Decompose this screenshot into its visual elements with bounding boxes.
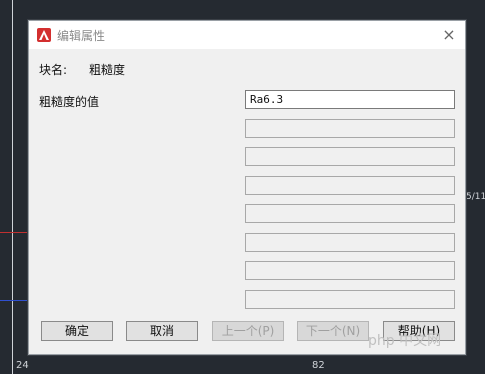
cancel-button[interactable]: 取消: [126, 321, 198, 341]
cad-text: 82: [312, 360, 325, 371]
empty-attribute-field[interactable]: [245, 204, 455, 223]
attribute-label: 粗糙度的值: [39, 95, 100, 109]
edit-attributes-dialog: 编辑属性 × 块名: 粗糙度 粗糙度的值 Ra6.3 确定 取消 上一个(P) …: [28, 20, 466, 355]
cad-line: [0, 232, 30, 233]
cad-line: [466, 40, 467, 340]
watermark: php 中文网: [368, 333, 442, 349]
dialog-title: 编辑属性: [57, 29, 106, 43]
attribute-value-field[interactable]: Ra6.3: [245, 90, 455, 109]
empty-attribute-field[interactable]: [245, 233, 455, 252]
empty-attribute-field[interactable]: [245, 261, 455, 280]
next-button[interactable]: 下一个(N): [297, 321, 369, 341]
close-icon[interactable]: ×: [439, 25, 459, 45]
autocad-logo-icon: [37, 28, 51, 42]
empty-attribute-field[interactable]: [245, 119, 455, 138]
block-name-label: 块名:: [39, 63, 68, 77]
ok-button[interactable]: 确定: [41, 321, 113, 341]
empty-attribute-field[interactable]: [245, 290, 455, 309]
cad-text: 24: [16, 360, 29, 371]
empty-attribute-field[interactable]: [245, 176, 455, 195]
cad-line: [12, 0, 13, 374]
block-name-value: 粗糙度: [89, 63, 126, 77]
cad-text: 5/11: [466, 192, 485, 202]
previous-button[interactable]: 上一个(P): [212, 321, 284, 341]
empty-attribute-field[interactable]: [245, 147, 455, 166]
dialog-titlebar[interactable]: 编辑属性 ×: [29, 21, 465, 49]
cad-line: [0, 300, 30, 301]
